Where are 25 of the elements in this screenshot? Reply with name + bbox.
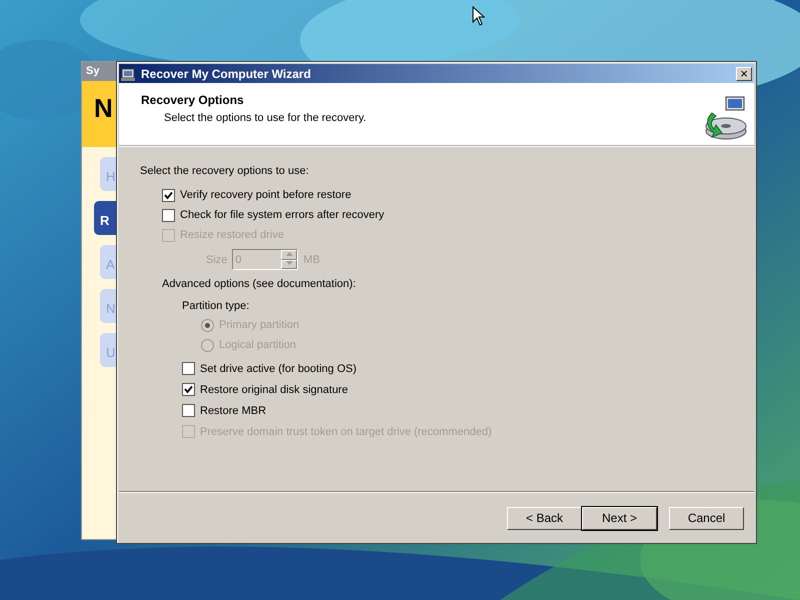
checkbox[interactable]: [182, 404, 195, 418]
window-title: Recover My Computer Wizard: [141, 66, 311, 82]
checkbox[interactable]: [182, 383, 195, 396]
checkbox[interactable]: [162, 208, 175, 222]
spin-down-icon: [281, 260, 298, 270]
app-icon: [121, 66, 137, 80]
close-button[interactable]: ×: [736, 66, 752, 80]
checkbox-label: Verify recovery point before restore: [180, 188, 352, 203]
section-label: Select the recovery options to use:: [140, 164, 310, 179]
checkbox-label: Restore original disk signature: [200, 382, 348, 398]
spin-up-icon: [281, 250, 298, 260]
group-label: Partition type:: [181, 299, 250, 314]
checkbox[interactable]: [162, 188, 175, 202]
mouse-cursor-icon: [472, 6, 486, 26]
checkbox-label: Set drive active (for booting OS): [200, 362, 357, 376]
wizard-button[interactable]: Next >: [582, 506, 657, 530]
wizard-button[interactable]: < Back: [507, 506, 582, 530]
window-title: Sy: [86, 64, 100, 80]
section-label: Advanced options (see documentation):: [161, 277, 357, 292]
checkbox-label: Check for file system errors after recovery: [180, 208, 384, 223]
wizard-button[interactable]: Cancel: [669, 506, 744, 530]
page-subtitle: Select the options to use for the recovery.: [163, 111, 368, 126]
checkbox-label: Restore MBR: [200, 404, 266, 418]
page-title: Recovery Options: [141, 93, 245, 108]
checkbox[interactable]: [182, 362, 195, 376]
